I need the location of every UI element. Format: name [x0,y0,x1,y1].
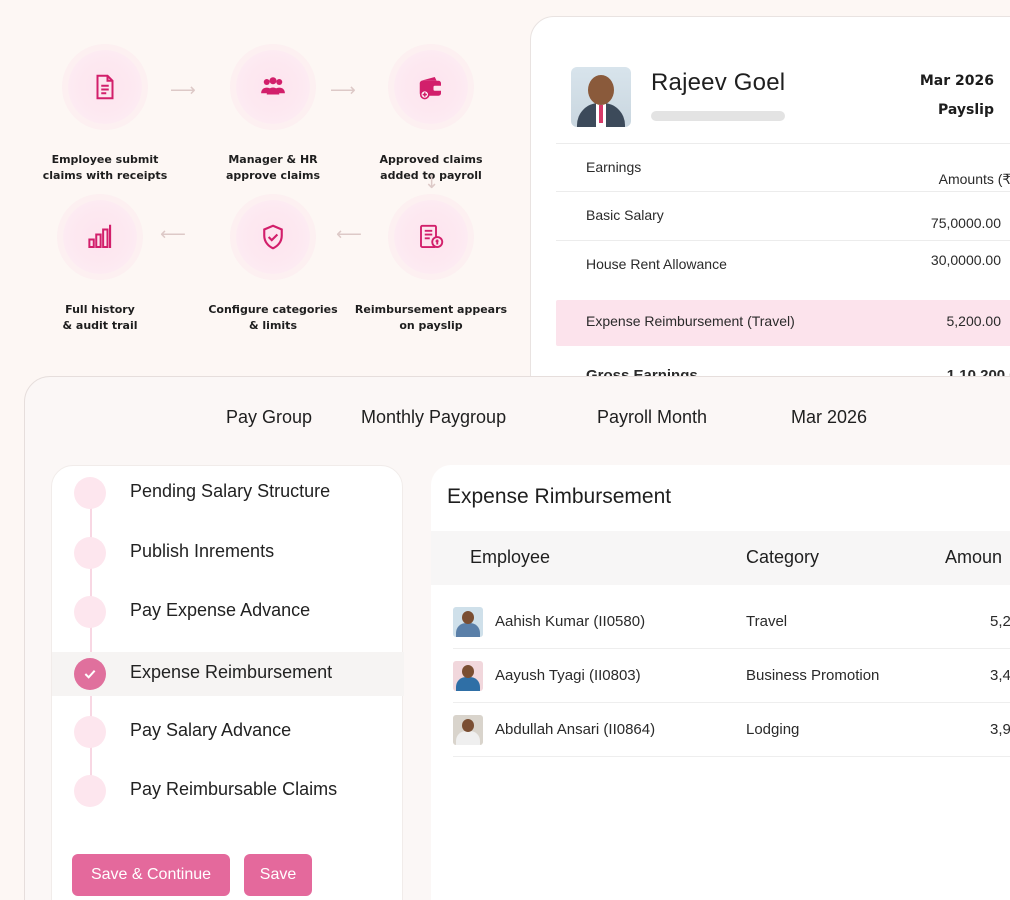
table-header: Employee Category Amoun [431,531,1010,585]
column-header-category[interactable]: Category [746,547,819,568]
column-header-amount[interactable]: Amoun [945,547,1002,568]
employee-name: Aahish Kumar (II0580) [495,613,646,630]
step-publish-increments[interactable]: Publish Inrements [52,531,404,575]
document-icon [96,74,114,100]
panel-title: Expense Rimbursement [447,485,672,508]
payslip-card: Rajeev Goel Mar 2026 Payslip Earnings Am… [530,16,1010,436]
arrow-left-icon: ⟵ [160,224,186,245]
avatar [453,715,483,745]
step-label: Expense Reimbursement [130,662,333,682]
table-row[interactable]: Aayush Tyagi (II0803) Business Promotion… [453,649,1010,703]
step-pending-salary-structure[interactable]: Pending Salary Structure [52,471,404,515]
payslip-month: Mar 2026 [919,73,994,89]
earning-label: House Rent Allowance [586,256,727,272]
pay-group-value: Monthly Paygroup [361,407,507,427]
column-header-employee[interactable]: Employee [470,547,550,568]
step-indicator [74,658,106,690]
step-indicator [74,716,106,748]
avatar [571,67,631,127]
arrow-left-icon: ⟵ [336,224,362,245]
table-row[interactable]: Aahish Kumar (II0580) Travel 5,2 [453,595,1010,649]
amount: 5,2 [990,613,1010,630]
arrow-right-icon: ⟶ [330,80,356,101]
amount: 3,4 [990,667,1010,684]
avatar [453,607,483,637]
expense-reimbursement-panel: Expense Rimbursement Employee Category A… [431,465,1010,900]
step-expense-reimbursement[interactable]: Expense Reimbursement [52,652,404,696]
category: Business Promotion [746,667,880,684]
category: Travel [746,613,788,630]
payslip-title: Payslip [938,102,994,118]
bar-chart-icon [88,224,112,248]
earning-amount: 75,0000.00 [930,215,1001,231]
step-pay-salary-advance[interactable]: Pay Salary Advance [52,710,404,754]
step-label: Pay Salary Advance [130,720,292,740]
placeholder-bar [651,111,785,121]
step-label: Pay Expense Advance [130,600,311,620]
employee-name: Rajeev Goel [651,69,786,96]
flow-step-payroll: Approved claims added to payroll [346,50,516,184]
step-pay-expense-advance[interactable]: Pay Expense Advance [52,590,404,634]
step-indicator [74,596,106,628]
amount: 3,9 [990,721,1010,738]
save-button[interactable]: Save [244,854,312,896]
earnings-label: Earnings [586,159,642,175]
employee-name: Aayush Tyagi (II0803) [495,667,641,684]
flow-step-label: Reimbursement appears on payslip [354,303,508,332]
pay-group-label: Pay Group [226,407,313,427]
payroll-month-value: Mar 2026 [791,407,868,427]
flow-step-label: Full history & audit trail [62,303,138,332]
divider [556,240,1010,241]
receipt-icon [420,224,444,248]
payroll-card: Pay Group Monthly Paygroup Payroll Month… [24,376,1010,900]
earning-amount: 30,0000.00 [930,252,1001,268]
flow-step-label: Employee submit claims with receipts [42,153,168,182]
step-pay-reimbursable-claims[interactable]: Pay Reimbursable Claims [52,769,404,813]
divider [556,143,1010,144]
payroll-month-label: Payroll Month [597,407,708,427]
flow-step-history: Full history & audit trail [15,200,185,334]
flow-step-payslip: Reimbursement appears on payslip [346,200,516,334]
team-icon [261,77,285,95]
flow-step-configure: Configure categories & limits [188,200,358,334]
step-indicator [74,537,106,569]
wallet-icon [419,77,443,100]
step-label: Pay Reimbursable Claims [130,779,338,799]
earning-label: Basic Salary [586,207,664,223]
table-row[interactable]: Abdullah Ansari (II0864) Lodging 3,9 [453,703,1010,757]
earning-label: Expense Reimbursement (Travel) [586,313,795,329]
step-indicator [74,477,106,509]
shield-check-icon [263,224,283,250]
earning-row-highlighted: Expense Reimbursement (Travel) 5,200.00 [556,300,1010,346]
flow-step-approve: Manager & HR approve claims [188,50,358,184]
step-indicator [74,775,106,807]
earning-amount: 5,200.00 [946,313,1002,329]
flow-step-label: Configure categories & limits [208,303,338,332]
avatar [453,661,483,691]
divider [556,191,1010,192]
flow-step-submit: Employee submit claims with receipts [20,50,190,184]
step-label: Publish Inrements [130,541,275,561]
arrow-down-icon: ↓ [424,172,440,193]
check-icon [84,669,96,679]
category: Lodging [746,721,800,738]
step-label: Pending Salary Structure [130,481,331,501]
save-continue-button[interactable]: Save & Continue [72,854,230,896]
flow-step-label: Manager & HR approve claims [225,153,321,182]
arrow-right-icon: ⟶ [170,80,196,101]
employee-name: Abdullah Ansari (II0864) [495,721,656,738]
amounts-label: Amounts (₹) [938,171,1010,187]
payroll-steps-panel: Pending Salary Structure Publish Inremen… [51,465,404,900]
